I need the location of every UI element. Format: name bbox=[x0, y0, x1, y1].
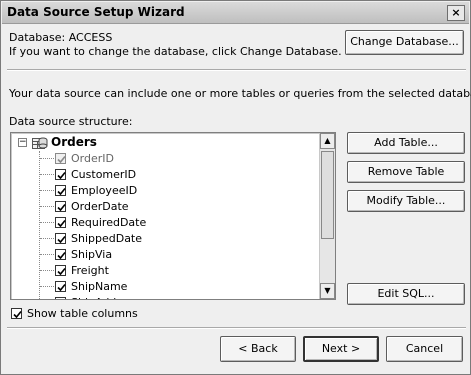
field-item[interactable]: ShippedDate bbox=[71, 232, 142, 245]
field-checkbox[interactable] bbox=[55, 233, 66, 244]
database-label: Database: ACCESS bbox=[9, 31, 113, 44]
tree-branch-line bbox=[40, 270, 54, 271]
field-checkbox[interactable] bbox=[55, 217, 66, 228]
checkmark-icon bbox=[57, 171, 66, 180]
structure-label: Data source structure: bbox=[9, 115, 133, 128]
field-item[interactable]: ShipName bbox=[71, 280, 127, 293]
separator-bottom bbox=[7, 327, 466, 329]
data-source-tree[interactable]: − Orders OrderID CustomerID EmployeeID Orde… bbox=[10, 132, 336, 300]
field-checkbox[interactable] bbox=[55, 297, 67, 300]
field-checkbox[interactable] bbox=[55, 185, 66, 196]
title-bar: Data Source Setup Wizard × bbox=[2, 2, 469, 24]
table-database-icon bbox=[32, 137, 48, 149]
field-item[interactable]: ShipAddress bbox=[71, 296, 139, 299]
tree-branch-line bbox=[40, 206, 54, 207]
show-columns-label[interactable]: Show table columns bbox=[27, 307, 138, 320]
tree-scrollbar[interactable]: ▲ ▼ bbox=[319, 133, 335, 299]
back-button[interactable]: < Back bbox=[220, 336, 296, 362]
checkmark-icon bbox=[57, 235, 66, 244]
wizard-window: Data Source Setup Wizard × Database: ACC… bbox=[0, 0, 471, 375]
edit-sql-button[interactable]: Edit SQL... bbox=[347, 283, 465, 305]
modify-table-button[interactable]: Modify Table... bbox=[347, 190, 465, 212]
field-item[interactable]: Freight bbox=[71, 264, 109, 277]
cancel-button[interactable]: Cancel bbox=[386, 336, 463, 362]
separator-top bbox=[7, 69, 466, 71]
checkmark-icon bbox=[57, 267, 66, 276]
field-item[interactable]: OrderID bbox=[71, 152, 114, 165]
field-item[interactable]: OrderDate bbox=[71, 200, 129, 213]
checkmark-icon bbox=[56, 298, 67, 300]
field-checkbox[interactable] bbox=[55, 265, 66, 276]
show-columns-checkbox[interactable] bbox=[11, 308, 22, 319]
tree-branch-line bbox=[40, 286, 54, 287]
tree-branch-line bbox=[40, 174, 54, 175]
add-table-button[interactable]: Add Table... bbox=[347, 132, 465, 154]
field-checkbox[interactable] bbox=[55, 281, 66, 292]
tree-branch-line bbox=[40, 238, 54, 239]
collapse-icon[interactable]: − bbox=[18, 138, 27, 147]
remove-table-button[interactable]: Remove Table bbox=[347, 161, 465, 183]
field-item[interactable]: CustomerID bbox=[71, 168, 136, 181]
checkmark-icon bbox=[57, 283, 66, 292]
tree-branch-line bbox=[40, 222, 54, 223]
window-title: Data Source Setup Wizard bbox=[7, 5, 185, 19]
field-checkbox[interactable] bbox=[55, 249, 66, 260]
field-item[interactable]: ShipVia bbox=[71, 248, 112, 261]
field-item[interactable]: RequiredDate bbox=[71, 216, 146, 229]
field-checkbox bbox=[55, 153, 66, 164]
tree-branch-line bbox=[40, 190, 54, 191]
tree-branch-line bbox=[40, 254, 54, 255]
checkmark-icon bbox=[57, 203, 66, 212]
scroll-down-button[interactable]: ▼ bbox=[320, 283, 335, 299]
field-checkbox[interactable] bbox=[55, 169, 66, 180]
change-database-button[interactable]: Change Database... bbox=[345, 30, 464, 55]
tree-branch-line bbox=[40, 158, 54, 159]
checkmark-icon bbox=[13, 310, 22, 319]
change-database-hint: If you want to change the database, clic… bbox=[9, 45, 342, 58]
field-checkbox[interactable] bbox=[55, 201, 66, 212]
scroll-up-button[interactable]: ▲ bbox=[320, 133, 335, 149]
tree-root-orders[interactable]: Orders bbox=[51, 135, 97, 149]
checkmark-icon bbox=[57, 251, 66, 260]
checkmark-icon bbox=[57, 219, 66, 228]
checkmark-icon bbox=[57, 155, 66, 164]
intro-text: Your data source can include one or more… bbox=[9, 87, 471, 100]
scroll-thumb[interactable] bbox=[321, 151, 334, 239]
checkmark-icon bbox=[57, 187, 66, 196]
close-button[interactable]: × bbox=[447, 5, 465, 21]
field-item[interactable]: EmployeeID bbox=[71, 184, 137, 197]
next-button[interactable]: Next > bbox=[303, 336, 379, 362]
